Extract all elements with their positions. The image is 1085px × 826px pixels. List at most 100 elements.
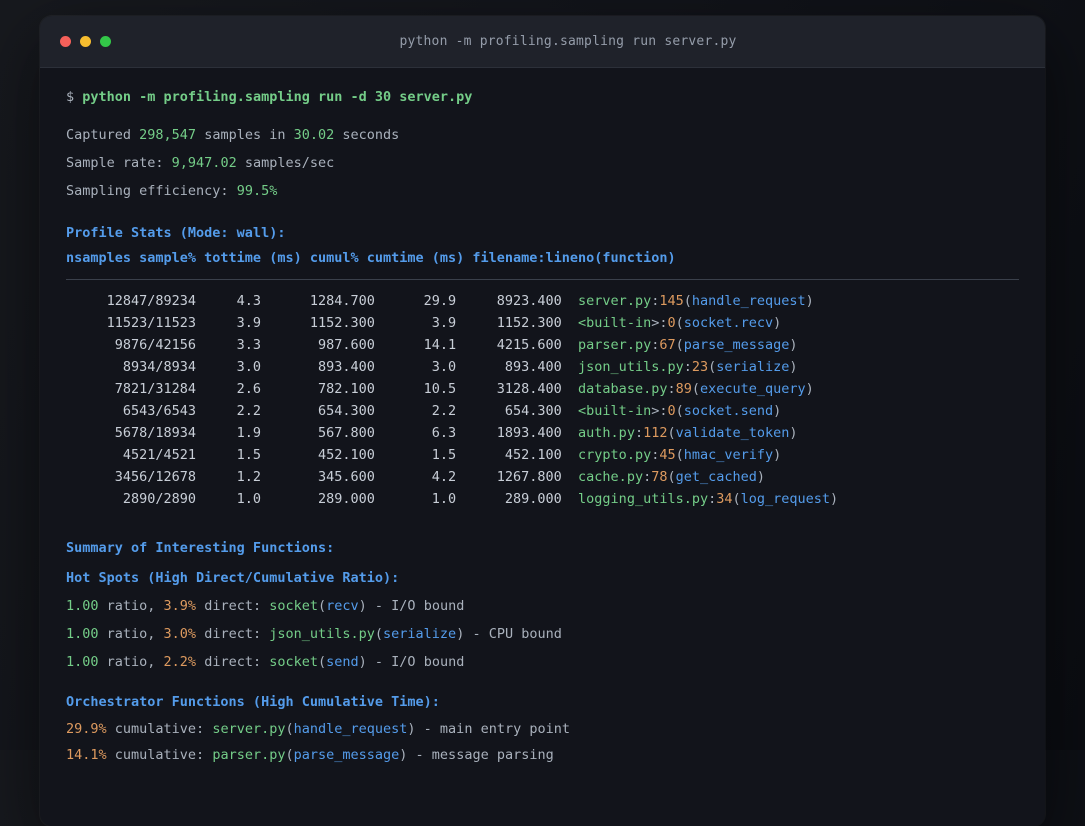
table-row-4-seg: ) bbox=[805, 381, 814, 397]
hot-spot-line-1-seg: - CPU bound bbox=[464, 626, 562, 642]
capture-stat-line-0-seg: seconds bbox=[334, 127, 400, 143]
orchestrator-line-0: 29.9% cumulative: server.py(handle_reque… bbox=[66, 716, 1019, 742]
orchestrator-line-1-seg: ( bbox=[285, 747, 294, 763]
hot-spot-line-1-seg: ( bbox=[374, 626, 384, 642]
orchestrator-line-1-seg: parser.py bbox=[212, 747, 286, 763]
table-row-2-seg: 9876/42156 3.3 987.600 14.1 4215.600 bbox=[66, 337, 579, 353]
table-row-4-seg: execute_query bbox=[700, 381, 806, 397]
table-row-4-seg: 7821/31284 2.6 782.100 10.5 3128.400 bbox=[66, 381, 579, 397]
table-row-0: 12847/89234 4.3 1284.700 29.9 8923.400 s… bbox=[66, 290, 1019, 312]
shell-command-line: $ python -m profiling.sampling run -d 30… bbox=[66, 83, 1019, 111]
table-row-7-seg: 4521/4521 1.5 452.100 1.5 452.100 bbox=[66, 447, 579, 463]
table-row-6-seg: validate_token bbox=[675, 425, 790, 441]
table-row-5-seg: 6543/6543 2.2 654.300 2.2 654.300 bbox=[66, 403, 579, 419]
orchestrators-title: Orchestrator Functions (High Cumulative … bbox=[66, 688, 1019, 716]
hot-spot-line-0-seg: socket bbox=[269, 598, 318, 614]
hot-spot-line-0-seg: 3.9% bbox=[163, 598, 197, 614]
hot-spot-line-1-seg: direct: bbox=[196, 626, 270, 642]
orchestrator-line-1-seg: 14.1% bbox=[66, 747, 107, 763]
terminal-window: python -m profiling.sampling run server.… bbox=[40, 16, 1045, 826]
table-row-4-seg: ( bbox=[691, 381, 700, 397]
hot-spot-line-1-seg: serialize bbox=[383, 626, 457, 642]
table-row-8-seg: : bbox=[643, 469, 652, 485]
orchestrator-line-0-seg: ) bbox=[407, 721, 416, 737]
table-row-1-seg: socket.recv bbox=[683, 315, 774, 331]
table-row-8-seg: ) bbox=[756, 469, 766, 485]
table-row-6: 5678/18934 1.9 567.800 6.3 1893.400 auth… bbox=[66, 422, 1019, 444]
table-row-3-seg: serialize bbox=[716, 359, 790, 375]
table-row-7-seg: ( bbox=[675, 447, 684, 463]
hot-spot-line-0-seg: 1.00 bbox=[66, 598, 99, 614]
table-row-1-seg: <built-in bbox=[578, 315, 652, 331]
table-row-7-seg: crypto.py bbox=[578, 447, 652, 463]
table-row-9-seg: 2890/2890 1.0 289.000 1.0 289.000 bbox=[66, 491, 579, 507]
table-row-2-seg: ) bbox=[789, 337, 798, 353]
table-row-7: 4521/4521 1.5 452.100 1.5 452.100 crypto… bbox=[66, 444, 1019, 466]
orchestrators-title-seg: Orchestrator Functions (High Cumulative … bbox=[66, 694, 440, 710]
minimize-button[interactable] bbox=[80, 36, 91, 47]
table-row-6-seg: 5678/18934 1.9 567.800 6.3 1893.400 bbox=[66, 425, 579, 441]
table-row-9-seg: log_request bbox=[740, 491, 831, 507]
table-row-9-seg: 34 bbox=[716, 491, 733, 507]
hot-spot-line-2-seg: ( bbox=[318, 654, 327, 670]
orchestrator-line-1-seg: - message parsing bbox=[407, 747, 554, 763]
table-row-8-seg: cache.py bbox=[578, 469, 644, 485]
table-divider bbox=[66, 279, 1019, 280]
window-title: python -m profiling.sampling run server.… bbox=[399, 34, 737, 49]
table-columns-header-seg: nsamples sample% tottime (ms) cumul% cum… bbox=[66, 250, 676, 266]
hot-spot-line-0: 1.00 ratio, 3.9% direct: socket(recv) - … bbox=[66, 592, 1019, 620]
table-row-7-seg: ) bbox=[773, 447, 782, 463]
table-row-3-seg: 8934/8934 3.0 893.400 3.0 893.400 bbox=[66, 359, 579, 375]
table-row-3-seg: : bbox=[683, 359, 692, 375]
table-row-5-seg: ( bbox=[675, 403, 684, 419]
table-row-5-seg: ) bbox=[773, 403, 782, 419]
hot-spot-line-2-seg: ratio, bbox=[98, 654, 164, 670]
table-row-3-seg: json_utils.py bbox=[578, 359, 684, 375]
hot-spot-line-2-seg: send bbox=[326, 654, 359, 670]
table-row-3: 8934/8934 3.0 893.400 3.0 893.400 json_u… bbox=[66, 356, 1019, 378]
table-row-8-seg: 3456/12678 1.2 345.600 4.2 1267.800 bbox=[66, 469, 579, 485]
hot-spot-line-1-seg: json_utils.py bbox=[269, 626, 375, 642]
maximize-button[interactable] bbox=[100, 36, 111, 47]
orchestrator-line-1-seg: cumulative: bbox=[106, 747, 213, 763]
hot-spot-line-0-seg: recv bbox=[326, 598, 359, 614]
table-row-9-seg: ( bbox=[732, 491, 741, 507]
table-row-7-seg: hmac_verify bbox=[683, 447, 774, 463]
hot-spot-line-1: 1.00 ratio, 3.0% direct: json_utils.py(s… bbox=[66, 620, 1019, 648]
summary-title-seg: Summary of Interesting Functions: bbox=[66, 540, 335, 556]
table-row-5-seg: socket.send bbox=[683, 403, 774, 419]
hot-spot-line-2: 1.00 ratio, 2.2% direct: socket(send) - … bbox=[66, 648, 1019, 676]
table-row-7-seg: 45 bbox=[659, 447, 676, 463]
close-button[interactable] bbox=[60, 36, 71, 47]
titlebar[interactable]: python -m profiling.sampling run server.… bbox=[40, 16, 1045, 68]
orchestrator-line-0-seg: - main entry point bbox=[415, 721, 570, 737]
table-row-9-seg: logging_utils.py bbox=[578, 491, 709, 507]
table-columns-header: nsamples sample% tottime (ms) cumul% cum… bbox=[66, 247, 1019, 269]
table-row-4-seg: database.py bbox=[578, 381, 668, 397]
capture-stat-line-0-seg: 298,547 bbox=[139, 127, 197, 143]
table-row-2-seg: ( bbox=[675, 337, 684, 353]
table-row-8-seg: get_cached bbox=[675, 469, 757, 485]
table-row-1: 11523/11523 3.9 1152.300 3.9 1152.300 <b… bbox=[66, 312, 1019, 334]
orchestrator-line-0-seg: 29.9% bbox=[66, 721, 107, 737]
table-row-6-seg: ) bbox=[789, 425, 798, 441]
capture-stat-line-0-seg: Captured bbox=[66, 127, 140, 143]
table-row-0-seg: 145 bbox=[659, 293, 684, 309]
table-row-8-seg: ( bbox=[667, 469, 676, 485]
table-row-5-seg: >: bbox=[651, 403, 668, 419]
capture-stat-line-2: Sampling efficiency: 99.5% bbox=[66, 177, 1019, 205]
table-row-6-seg: 112 bbox=[643, 425, 668, 441]
capture-stat-line-0-seg: 30.02 bbox=[293, 127, 335, 143]
hot-spot-line-2-seg: - I/O bound bbox=[366, 654, 465, 670]
table-row-3-seg: ) bbox=[789, 359, 798, 375]
shell-command-line-seg: python -m profiling.sampling run -d 30 s… bbox=[82, 89, 473, 105]
window-controls bbox=[60, 36, 111, 47]
table-row-0-seg: server.py bbox=[578, 293, 652, 309]
capture-stat-line-0: Captured 298,547 samples in 30.02 second… bbox=[66, 121, 1019, 149]
table-row-0-seg: 12847/89234 4.3 1284.700 29.9 8923.400 bbox=[66, 293, 579, 309]
table-row-2-seg: 67 bbox=[659, 337, 676, 353]
orchestrator-line-0-seg: handle_request bbox=[293, 721, 408, 737]
table-row-2-seg: parser.py bbox=[578, 337, 652, 353]
table-row-0-seg: ) bbox=[805, 293, 814, 309]
terminal-output[interactable]: $ python -m profiling.sampling run -d 30… bbox=[40, 68, 1045, 768]
